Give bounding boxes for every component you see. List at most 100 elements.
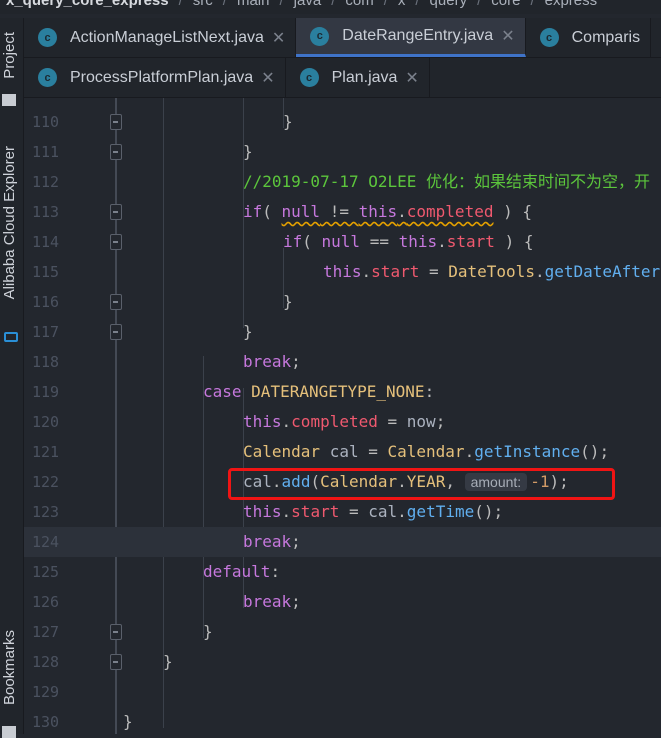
code-token: this [398,232,438,251]
tab-label: ProcessPlatformPlan.java [70,68,254,86]
breadcrumb-item[interactable]: query [430,0,468,9]
line-number[interactable]: 112 [32,167,62,197]
line-number[interactable]: 117 [32,317,62,347]
code-token: . [397,202,407,221]
line-number[interactable]: 122 [32,467,62,497]
code-line[interactable]: 111} [24,137,661,167]
code-token: default [203,562,271,581]
code-token: = [358,442,388,461]
code-line[interactable]: 115 this.start = DateTools.getDateAfter [24,257,661,287]
code-token: ( [302,232,322,251]
java-class-icon: c [539,28,559,47]
fold-marker-icon[interactable] [110,624,122,640]
fold-marker-icon[interactable] [110,294,122,310]
editor-tab[interactable]: c Comparis [526,18,652,57]
line-number[interactable]: 124 [32,527,62,557]
code-line[interactable]: 119 case DATERANGETYPE_NONE: [24,377,661,407]
code-line[interactable]: 112 //2019-07-17 O2LEE 优化：如果结束时间不为空，开 [24,167,661,197]
code-token: . [397,502,407,521]
code-line[interactable]: 124 break; [24,527,661,557]
breadcrumb-item[interactable]: x_query_core_express [6,0,169,9]
close-tab-icon[interactable]: ✕ [405,68,418,88]
code-line[interactable]: 129 [24,677,661,707]
code-line[interactable]: 125 default: [24,557,661,587]
tab-label: DateRangeEntry.java [342,27,494,44]
code-line[interactable]: 121 Calendar cal = Calendar.getInstance()… [24,437,661,467]
line-number[interactable]: 120 [32,407,62,437]
code-text: this.start = DateTools.getDateAfter [323,257,660,287]
fold-marker-icon[interactable] [110,114,122,130]
breadcrumb-item[interactable]: com [345,0,373,9]
fold-marker-icon[interactable] [110,204,122,220]
close-tab-icon[interactable]: ✕ [261,68,274,88]
editor-tab[interactable]: c DateRangeEntry.java ✕ [296,18,526,57]
alibaba-cloud-explorer-button[interactable]: Alibaba Cloud Explorer [1,146,18,299]
breadcrumb-item[interactable]: java [294,0,322,9]
line-number[interactable]: 111 [32,137,62,167]
code-line[interactable]: 113 if( null != this.completed ) { [24,197,661,227]
code-line[interactable]: 130} [24,707,661,734]
line-number[interactable]: 115 [32,257,62,287]
code-text: if( null == this.start ) { [283,227,533,257]
code-token: break [243,592,292,611]
line-number[interactable]: 110 [32,107,62,137]
line-number[interactable]: 129 [32,677,62,707]
breadcrumb-item[interactable]: x [398,0,406,9]
line-number[interactable]: 114 [32,227,62,257]
left-tool-strip: Project Alibaba Cloud Explorer Bookmarks [0,18,24,738]
editor-tab[interactable]: c Plan.java ✕ [286,58,430,97]
code-token: start [371,262,420,281]
code-line[interactable]: 116} [24,287,661,317]
code-token: = [339,502,369,521]
breadcrumb-item[interactable]: express [545,0,598,9]
breadcrumb: x_query_core_express / src / main / java / com / x… [0,0,661,14]
line-number[interactable]: 128 [32,647,62,677]
code-token: } [283,112,293,131]
code-token: break [243,532,292,551]
editor-tab[interactable]: c ProcessPlatformPlan.java ✕ [24,58,286,97]
code-line[interactable]: 120 this.completed = now; [24,407,661,437]
project-tool-button[interactable]: Project [1,32,18,79]
line-number[interactable]: 121 [32,437,62,467]
code-token: = [377,412,407,431]
line-number[interactable]: 113 [32,197,62,227]
code-token: cal [320,442,359,461]
close-tab-icon[interactable]: ✕ [272,28,285,48]
line-number[interactable]: 118 [32,347,62,377]
fold-marker-icon[interactable] [110,324,122,340]
code-line[interactable]: 118 break; [24,347,661,377]
fold-marker-icon[interactable] [110,234,122,250]
line-number[interactable]: 125 [32,557,62,587]
code-token: . [281,502,292,521]
code-token: this [243,412,282,431]
code-token: null [321,232,361,251]
code-line[interactable]: 123 this.start = cal.getTime(); [24,497,661,527]
breadcrumb-item[interactable]: src [193,0,213,9]
breadcrumb-item[interactable]: main [237,0,270,9]
breadcrumb-item[interactable]: core [491,0,520,9]
line-number[interactable]: 127 [32,617,62,647]
code-text: } [243,317,253,347]
code-line[interactable]: 110} [24,107,661,137]
line-number[interactable]: 116 [32,287,62,317]
code-token: } [243,142,253,161]
line-number[interactable]: 119 [32,377,62,407]
code-line[interactable]: 117} [24,317,661,347]
line-number[interactable]: 130 [32,707,62,734]
code-editor[interactable]: 110} 111} 112//2019-07-17 O2LEE 优化：如果结束时间不… [24,98,661,734]
code-line[interactable]: 114 if( null == this.start ) { [24,227,661,257]
breadcrumb-separator: / [383,0,388,9]
code-token: : [424,382,435,401]
code-line[interactable]: 126 break; [24,587,661,617]
code-token: . [437,232,447,251]
code-line[interactable]: 127} [24,617,661,647]
line-number[interactable]: 123 [32,497,62,527]
bookmarks-tool-button[interactable]: Bookmarks [1,630,18,705]
line-number[interactable]: 126 [32,587,62,617]
code-line[interactable]: 128} [24,647,661,677]
editor-tab[interactable]: c ActionManageListNext.java ✕ [24,18,297,57]
fold-marker-icon[interactable] [110,654,122,670]
close-tab-icon[interactable]: ✕ [501,26,514,46]
code-token: (); [580,442,610,461]
fold-marker-icon[interactable] [110,144,122,160]
